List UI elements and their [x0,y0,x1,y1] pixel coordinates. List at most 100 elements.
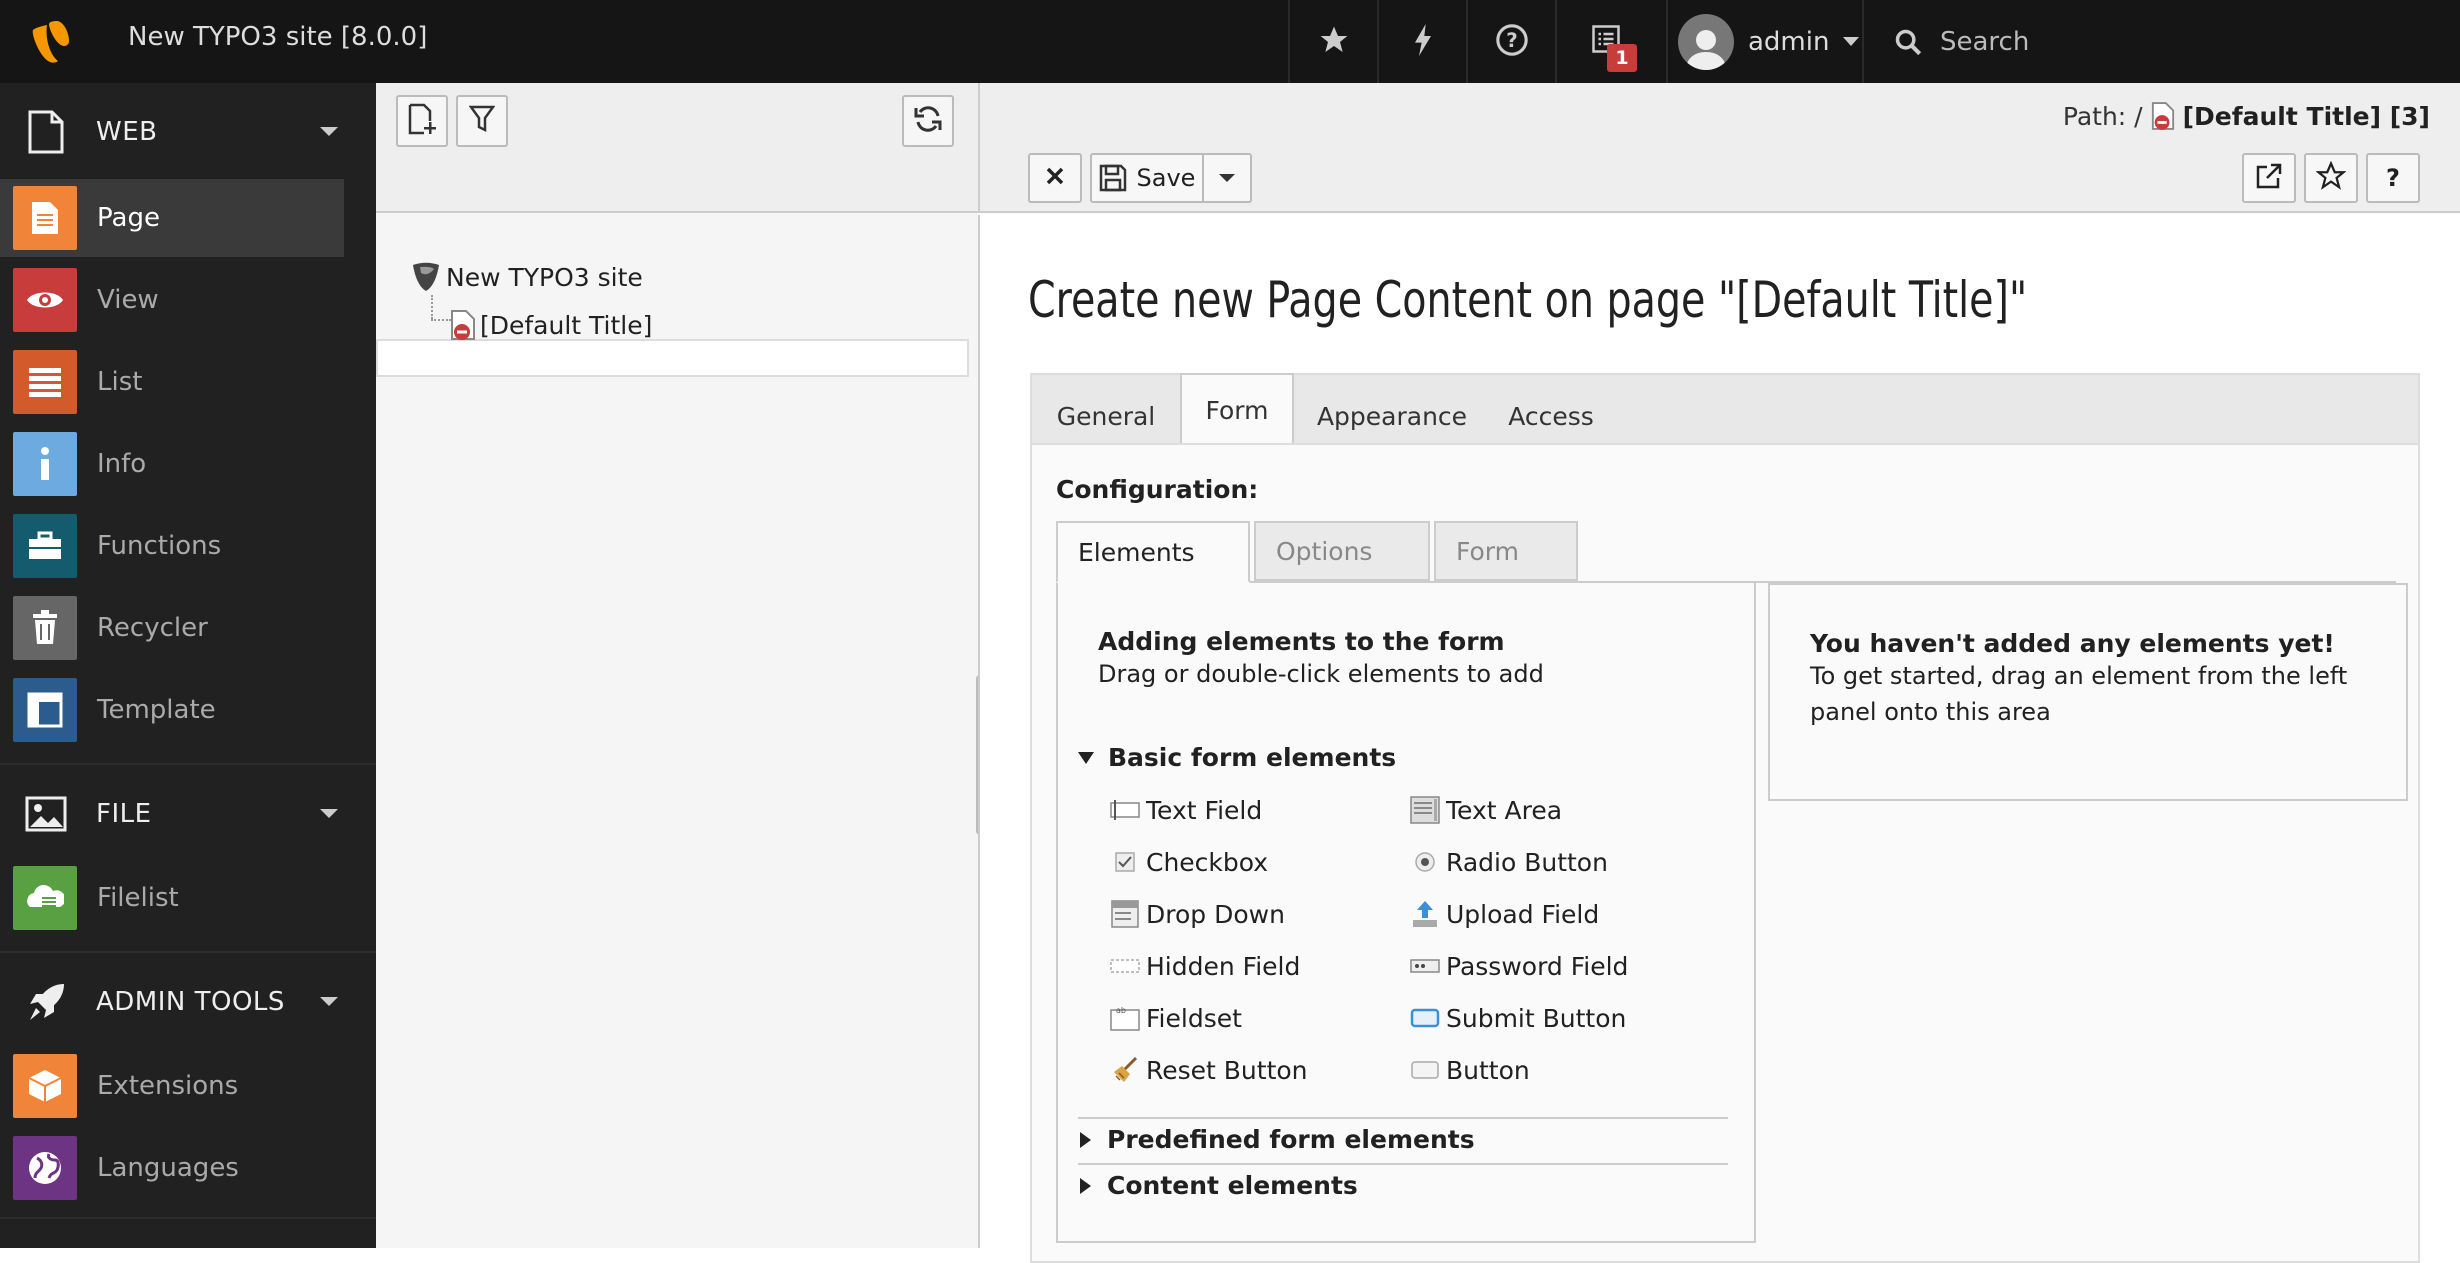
tree-node-label[interactable]: [Default Title] [480,311,652,340]
tab-appearance[interactable]: Appearance [1294,385,1490,447]
briefcase-icon [13,514,77,578]
checkbox-icon [1110,847,1140,877]
module-list[interactable]: List [0,343,344,421]
fieldset-icon: ab [1110,1003,1140,1033]
tree-connector [431,295,433,319]
caret-down-icon [320,997,338,1006]
image-icon [24,792,68,836]
element-label: Checkbox [1146,847,1269,877]
module-group-label: ADMIN TOOLS [96,987,285,1017]
module-group-label: WEB [96,117,158,147]
configuration-label: Configuration: [1056,475,1259,504]
predefined-elements-toggle[interactable]: Predefined form elements [1078,1125,1475,1154]
tab-general[interactable]: General [1032,385,1180,447]
module-label: Info [97,449,147,479]
refresh-button[interactable] [902,95,954,147]
basic-elements-toggle[interactable]: Basic form elements [1078,743,1396,772]
globe-icon [13,1136,77,1200]
help-button[interactable]: ? [1466,0,1555,83]
open-new-window-button[interactable] [2242,153,2296,203]
tab-elements[interactable]: Elements [1056,521,1250,583]
module-label: Functions [97,531,222,561]
search-field[interactable]: Search [1862,0,2460,83]
search-input[interactable]: Search [1940,27,2029,57]
page-title: Create new Page Content on page "[Defaul… [1028,271,2028,329]
bookmark-button[interactable] [2304,153,2358,203]
module-extensions[interactable]: Extensions [0,1047,344,1125]
element-text-area[interactable]: Text Area [1410,795,1562,825]
form-canvas[interactable]: You haven't added any elements yet! To g… [1768,583,2408,801]
module-group-web[interactable]: WEB [0,91,376,173]
element-label: Reset Button [1146,1055,1308,1085]
element-password-field[interactable]: Password Field [1410,951,1628,981]
tree-node-row[interactable] [376,339,969,377]
element-label: Fieldset [1146,1003,1242,1033]
module-label: Recycler [97,613,208,643]
element-button[interactable]: Button [1410,1055,1530,1085]
content-elements-toggle[interactable]: Content elements [1078,1171,1358,1200]
bookmarks-button[interactable] [1288,0,1377,83]
module-languages[interactable]: Languages [0,1129,344,1207]
element-label: Radio Button [1446,847,1608,877]
element-fieldset[interactable]: ab Fieldset [1110,1003,1242,1033]
filelist-icon [13,866,77,930]
module-filelist[interactable]: Filelist [0,859,344,937]
divider [0,951,376,953]
new-page-button[interactable] [396,95,448,147]
module-template[interactable]: Template [0,671,344,749]
top-bar: New TYPO3 site [8.0.0] ? 1 admin Search [0,0,2460,83]
filter-button[interactable] [456,95,508,147]
context-help-button[interactable]: ? [2366,153,2420,203]
module-label: Page [97,203,160,233]
submit-button-icon [1410,1003,1440,1033]
element-label: Password Field [1446,951,1629,981]
clear-cache-button[interactable] [1377,0,1466,83]
close-button[interactable] [1028,153,1082,203]
save-button[interactable]: Save [1090,153,1204,203]
empty-title: You haven't added any elements yet! [1810,629,2335,658]
element-submit-button[interactable]: Submit Button [1410,1003,1626,1033]
tab-options[interactable]: Options [1254,521,1430,581]
module-info[interactable]: Info [0,425,344,503]
caret-down-icon [1219,174,1235,182]
tree-node-label: New TYPO3 site [446,262,643,292]
page-tree-toolbar [376,83,978,213]
caret-down-icon [320,809,338,818]
user-menu[interactable]: admin [1666,0,1862,83]
element-upload-field[interactable]: Upload Field [1410,899,1599,929]
tree-root-node[interactable]: New TYPO3 site [410,261,643,293]
trash-icon [13,596,77,660]
module-group-label: FILE [96,799,152,829]
module-label: Languages [97,1153,239,1183]
typo3-logo[interactable] [0,0,96,83]
select-icon [1110,899,1140,929]
main-tabs: General Form Appearance Access [1030,373,2420,445]
element-label: Drop Down [1146,899,1285,929]
module-page[interactable]: Page [0,179,344,257]
element-reset-button[interactable]: Reset Button [1110,1055,1308,1085]
element-radio-button[interactable]: Radio Button [1410,847,1608,877]
tab-form-settings[interactable]: Form [1434,521,1578,581]
save-options-dropdown[interactable] [1202,153,1252,203]
save-icon [1099,164,1127,192]
tab-access[interactable]: Access [1490,385,1612,447]
typo3-site-icon [410,261,442,293]
module-view[interactable]: View [0,261,344,339]
system-info-button[interactable]: 1 [1555,0,1666,83]
question-icon: ? [2386,164,2400,192]
filter-icon [468,105,496,137]
module-functions[interactable]: Functions [0,507,344,585]
element-checkbox[interactable]: Checkbox [1110,847,1268,877]
module-recycler[interactable]: Recycler [0,589,344,667]
star-outline-icon [2315,160,2347,195]
element-hidden-field[interactable]: Hidden Field [1110,951,1300,981]
tree-connector [431,319,451,321]
element-text-field[interactable]: Text Field [1110,795,1262,825]
module-group-file[interactable]: FILE [0,773,376,855]
caret-down-icon [1843,37,1860,46]
tab-form[interactable]: Form [1180,373,1294,445]
path-value[interactable]: [Default Title] [3] [2183,102,2430,131]
module-group-admin-tools[interactable]: ADMIN TOOLS [0,961,376,1043]
upload-icon [1410,899,1440,929]
element-drop-down[interactable]: Drop Down [1110,899,1285,929]
